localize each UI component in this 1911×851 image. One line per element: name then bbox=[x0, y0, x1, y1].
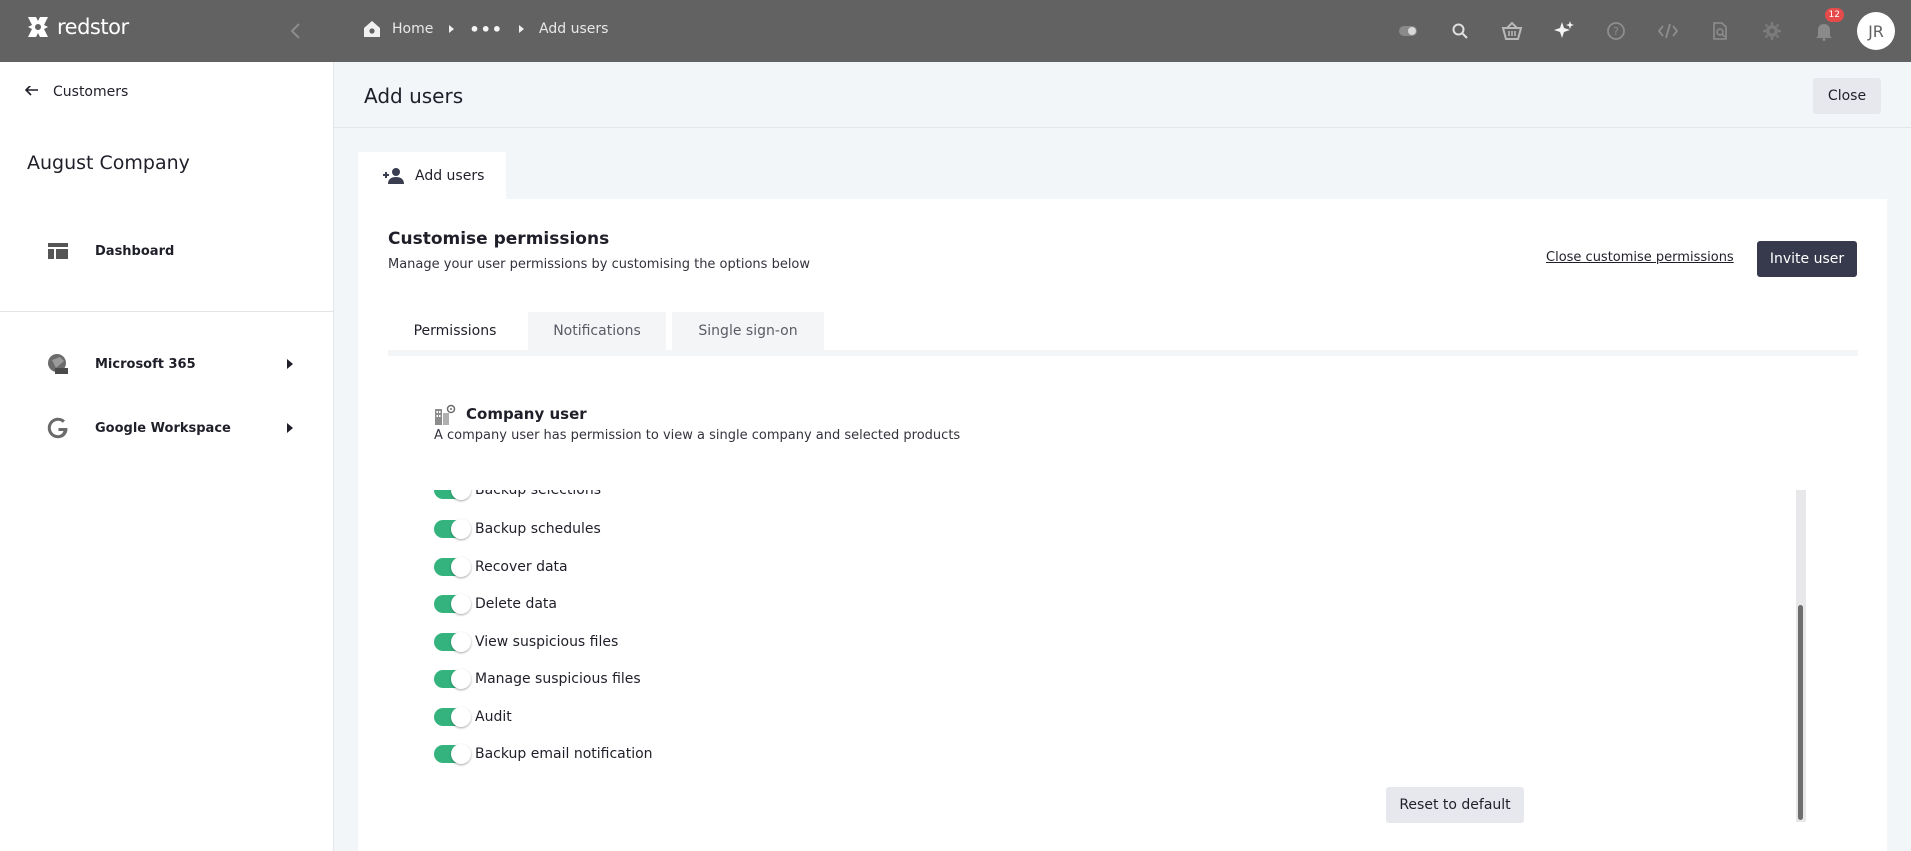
panel-subtitle: Manage your user permissions by customis… bbox=[388, 257, 811, 272]
close-button[interactable]: Close bbox=[1813, 78, 1881, 114]
tab-label: Add users bbox=[415, 168, 485, 184]
permission-list: Backup selections Backup schedules Recov… bbox=[434, 490, 1534, 820]
sidebar-item-dashboard[interactable]: Dashboard bbox=[0, 229, 334, 273]
permission-toggle[interactable] bbox=[434, 557, 471, 577]
add-users-icon bbox=[383, 168, 404, 184]
dashboard-icon bbox=[46, 239, 70, 263]
list-item: Recover data bbox=[434, 555, 568, 579]
top-icon-bar: ? 12 JR bbox=[1397, 0, 1911, 62]
sidebar-item-label: Microsoft 365 bbox=[95, 356, 196, 372]
customise-permissions-panel: Customise permissions Manage your user p… bbox=[358, 199, 1887, 851]
list-item: View suspicious files bbox=[434, 630, 618, 654]
caret-right-icon bbox=[287, 359, 293, 369]
scrollbar-thumb[interactable] bbox=[1798, 605, 1803, 820]
sidebar-item-label: Google Workspace bbox=[95, 420, 231, 436]
list-item: Manage suspicious files bbox=[434, 667, 641, 691]
google-icon bbox=[46, 416, 70, 440]
document-search-icon[interactable] bbox=[1709, 20, 1731, 42]
list-item: Backup selections bbox=[434, 490, 601, 502]
permission-label: Audit bbox=[475, 709, 512, 725]
collapse-sidebar-icon[interactable] bbox=[286, 20, 306, 42]
sidebar-item-label: Dashboard bbox=[95, 243, 175, 259]
basket-icon[interactable] bbox=[1501, 20, 1523, 42]
page-header: Add users Close bbox=[334, 62, 1911, 128]
role-title: Company user bbox=[466, 405, 587, 423]
list-item: Audit bbox=[434, 705, 512, 729]
page-title: Add users bbox=[364, 84, 464, 108]
list-item: Backup email notification bbox=[434, 742, 653, 766]
help-icon[interactable]: ? bbox=[1605, 20, 1627, 42]
permission-label: Backup email notification bbox=[475, 746, 653, 762]
role-description: A company user has permission to view a … bbox=[434, 428, 961, 443]
breadcrumb: Home ••• Add users bbox=[362, 19, 608, 39]
back-to-customers-link[interactable]: Customers bbox=[25, 84, 128, 100]
sparkle-icon[interactable] bbox=[1553, 20, 1575, 42]
permission-toggle[interactable] bbox=[434, 490, 471, 500]
permission-toggle[interactable] bbox=[434, 519, 471, 539]
tab-single-sign-on[interactable]: Single sign-on bbox=[672, 312, 824, 350]
search-icon[interactable] bbox=[1449, 20, 1471, 42]
permission-label: Backup selections bbox=[475, 490, 601, 498]
permission-label: Delete data bbox=[475, 596, 557, 612]
chevron-right-icon bbox=[519, 25, 525, 33]
tab-notifications[interactable]: Notifications bbox=[528, 312, 666, 350]
user-avatar[interactable]: JR bbox=[1857, 12, 1895, 50]
redstor-logo-icon bbox=[28, 17, 48, 37]
permission-toggle[interactable] bbox=[434, 669, 471, 689]
toggle-icon[interactable] bbox=[1397, 20, 1419, 42]
tab-add-users[interactable]: Add users bbox=[358, 152, 506, 200]
invite-user-button[interactable]: Invite user bbox=[1757, 241, 1857, 277]
permission-tabs: Permissions Notifications Single sign-on bbox=[388, 312, 1858, 356]
sidebar-item-google-workspace[interactable]: Google Workspace bbox=[0, 406, 334, 450]
permission-toggle[interactable] bbox=[434, 707, 471, 727]
permission-list-scrollbar[interactable] bbox=[1796, 490, 1806, 822]
reset-to-default-button[interactable]: Reset to default bbox=[1386, 787, 1524, 823]
list-item: Backup schedules bbox=[434, 517, 601, 541]
permission-toggle[interactable] bbox=[434, 632, 471, 652]
sidebar-divider bbox=[0, 311, 334, 312]
home-icon[interactable] bbox=[362, 19, 382, 39]
brand-logo[interactable]: redstor bbox=[25, 14, 129, 40]
sidebar: Customers August Company Dashboard Micro… bbox=[0, 62, 334, 851]
caret-right-icon bbox=[287, 423, 293, 433]
notification-badge: 12 bbox=[1824, 8, 1844, 22]
permission-label: Backup schedules bbox=[475, 521, 601, 537]
permission-label: Recover data bbox=[475, 559, 568, 575]
tab-permissions[interactable]: Permissions bbox=[388, 312, 522, 350]
breadcrumb-home[interactable]: Home bbox=[392, 21, 433, 37]
gear-icon[interactable] bbox=[1761, 20, 1783, 42]
permission-label: View suspicious files bbox=[475, 634, 619, 650]
company-user-icon bbox=[435, 404, 456, 425]
close-customise-permissions-link[interactable]: Close customise permissions bbox=[1546, 250, 1734, 265]
arrow-left-icon bbox=[25, 86, 38, 96]
code-icon[interactable] bbox=[1657, 20, 1679, 42]
permission-toggle[interactable] bbox=[434, 594, 471, 614]
microsoft-365-icon bbox=[46, 352, 70, 376]
back-link-label: Customers bbox=[53, 84, 129, 100]
list-item: Delete data bbox=[434, 592, 557, 616]
company-name: August Company bbox=[27, 152, 190, 174]
top-bar: redstor Home ••• Add users ? 12 JR bbox=[0, 0, 1911, 62]
panel-title: Customise permissions bbox=[388, 229, 610, 249]
chevron-right-icon bbox=[449, 25, 455, 33]
breadcrumb-ellipsis[interactable]: ••• bbox=[469, 20, 503, 39]
bell-icon[interactable]: 12 bbox=[1813, 8, 1844, 42]
svg-text:?: ? bbox=[1613, 25, 1619, 38]
breadcrumb-current: Add users bbox=[539, 21, 609, 37]
brand-name: redstor bbox=[57, 15, 129, 39]
permission-label: Manage suspicious files bbox=[475, 671, 641, 687]
permission-toggle[interactable] bbox=[434, 744, 471, 764]
sidebar-item-microsoft-365[interactable]: Microsoft 365 bbox=[0, 342, 334, 386]
